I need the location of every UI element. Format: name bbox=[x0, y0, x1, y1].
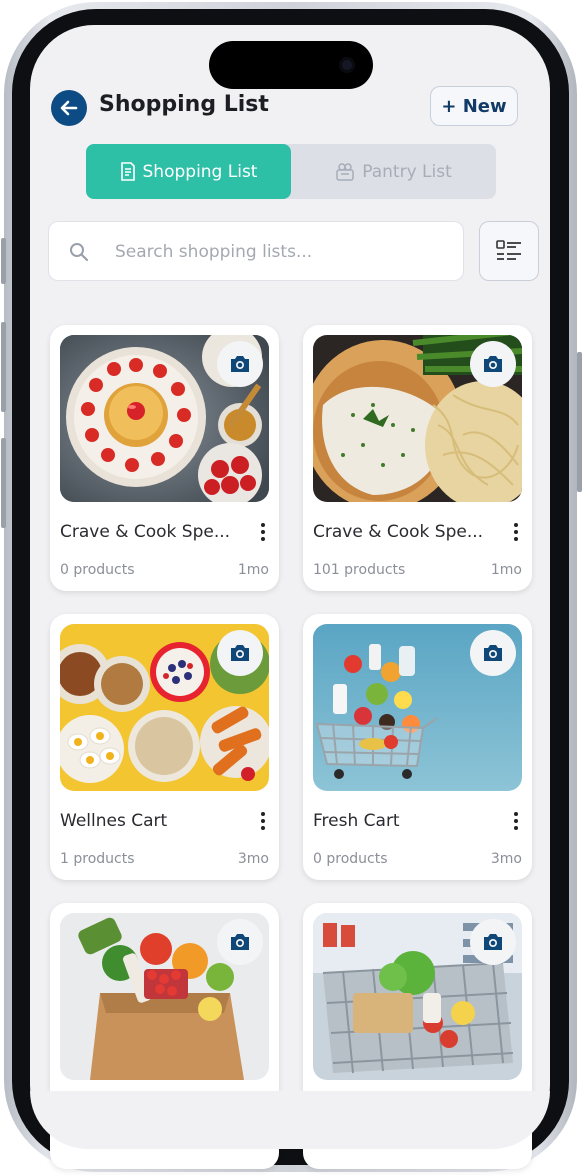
search-input[interactable] bbox=[113, 222, 447, 282]
product-count: 0 products bbox=[313, 851, 388, 867]
new-list-button[interactable]: + New bbox=[430, 86, 518, 126]
list-card[interactable]: Crave & Cook Spe... 101 products 1mo bbox=[303, 325, 532, 591]
list-image bbox=[313, 624, 522, 791]
search-icon bbox=[70, 243, 89, 262]
list-view-icon bbox=[496, 240, 521, 260]
search-bar bbox=[48, 221, 464, 282]
product-count: 1 products bbox=[60, 851, 135, 867]
list-image bbox=[60, 624, 269, 791]
more-vertical-icon[interactable] bbox=[255, 519, 271, 545]
tab-label: Pantry List bbox=[362, 161, 452, 182]
list-image bbox=[60, 913, 269, 1080]
screen-bottom-area bbox=[30, 1091, 550, 1149]
camera-icon bbox=[484, 356, 502, 372]
list-name: Crave & Cook Spe... bbox=[60, 522, 231, 542]
change-photo-button[interactable] bbox=[217, 919, 263, 965]
more-vertical-icon[interactable] bbox=[508, 808, 524, 834]
side-button bbox=[1, 438, 6, 528]
list-age: 3mo bbox=[490, 851, 522, 867]
side-button bbox=[1, 322, 6, 412]
tab-shopping-list[interactable]: Shopping List bbox=[86, 144, 291, 199]
camera-icon bbox=[484, 645, 502, 661]
side-button bbox=[1, 238, 6, 284]
product-count: 101 products bbox=[313, 562, 406, 578]
list-card[interactable]: Fresh Cart 0 products 3mo bbox=[303, 614, 532, 880]
camera-icon bbox=[484, 934, 502, 950]
more-vertical-icon[interactable] bbox=[255, 808, 271, 834]
camera-icon bbox=[231, 645, 249, 661]
list-age: 1mo bbox=[237, 562, 269, 578]
list-name: Fresh Cart bbox=[313, 811, 400, 831]
pantry-icon bbox=[336, 162, 354, 181]
list-age: 1mo bbox=[490, 562, 522, 578]
back-button[interactable] bbox=[51, 90, 87, 126]
tab-pantry-list[interactable]: Pantry List bbox=[291, 144, 496, 199]
list-image bbox=[313, 913, 522, 1080]
camera-icon bbox=[231, 356, 249, 372]
more-vertical-icon[interactable] bbox=[508, 519, 524, 545]
change-photo-button[interactable] bbox=[470, 919, 516, 965]
list-card[interactable]: Crave & Cook Spe... 0 products 1mo bbox=[50, 325, 279, 591]
change-photo-button[interactable] bbox=[217, 630, 263, 676]
back-arrow-icon bbox=[60, 100, 78, 116]
list-name: Crave & Cook Spe... bbox=[313, 522, 484, 542]
change-photo-button[interactable] bbox=[470, 341, 516, 387]
product-count: 0 products bbox=[60, 562, 135, 578]
dynamic-island bbox=[209, 41, 373, 89]
camera-icon bbox=[231, 934, 249, 950]
list-age: 3mo bbox=[237, 851, 269, 867]
document-list-icon bbox=[120, 162, 135, 181]
page-title: Shopping List bbox=[99, 92, 269, 117]
front-camera bbox=[339, 57, 355, 73]
list-card[interactable]: Wellnes Cart 1 products 3mo bbox=[50, 614, 279, 880]
side-button bbox=[577, 352, 582, 492]
change-photo-button[interactable] bbox=[217, 341, 263, 387]
list-image bbox=[60, 335, 269, 502]
list-name: Wellnes Cart bbox=[60, 811, 168, 831]
change-photo-button[interactable] bbox=[470, 630, 516, 676]
view-toggle-button[interactable] bbox=[479, 221, 539, 281]
list-image bbox=[313, 335, 522, 502]
tab-label: Shopping List bbox=[142, 161, 258, 182]
list-type-tabs: Shopping List Pantry List bbox=[86, 144, 496, 199]
